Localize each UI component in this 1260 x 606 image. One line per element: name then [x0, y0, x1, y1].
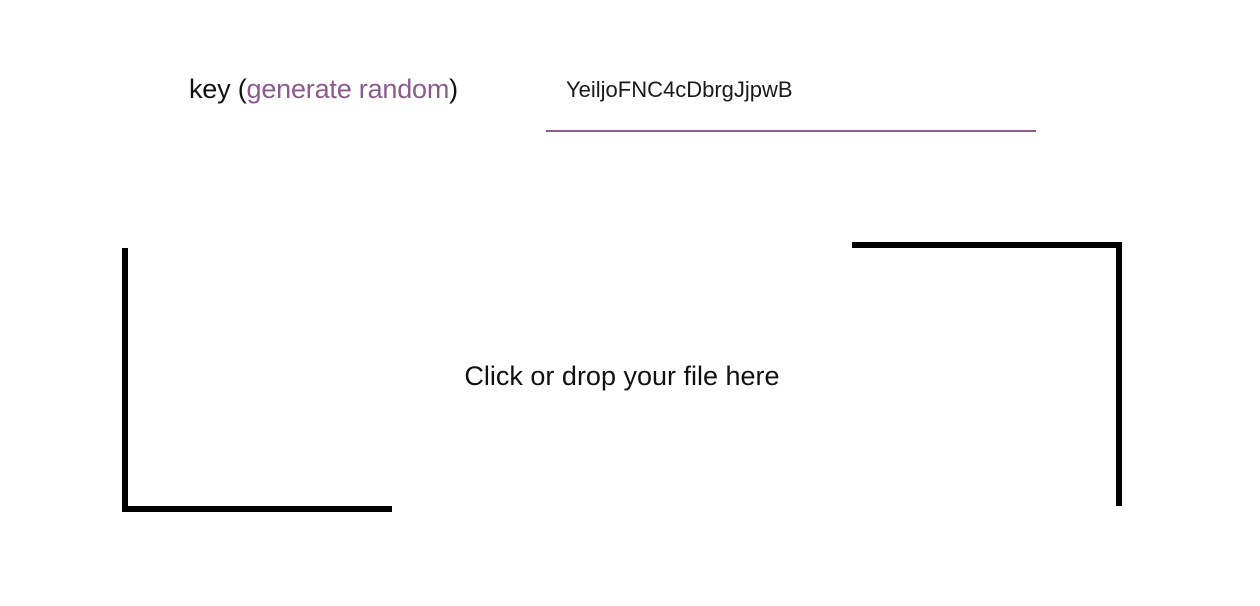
frame-bottom-left-horizontal	[122, 506, 392, 512]
key-open-paren: (	[230, 74, 247, 104]
key-label-row: key (generate random)	[189, 70, 458, 108]
file-dropzone[interactable]: Click or drop your file here	[122, 242, 1122, 512]
key-input[interactable]	[546, 72, 1036, 132]
key-label: key	[189, 74, 231, 104]
dropzone-label: Click or drop your file here	[464, 361, 780, 391]
frame-top-right-horizontal	[852, 242, 1122, 248]
generate-random-link[interactable]: generate random	[247, 74, 450, 104]
key-close-paren: )	[449, 74, 458, 104]
